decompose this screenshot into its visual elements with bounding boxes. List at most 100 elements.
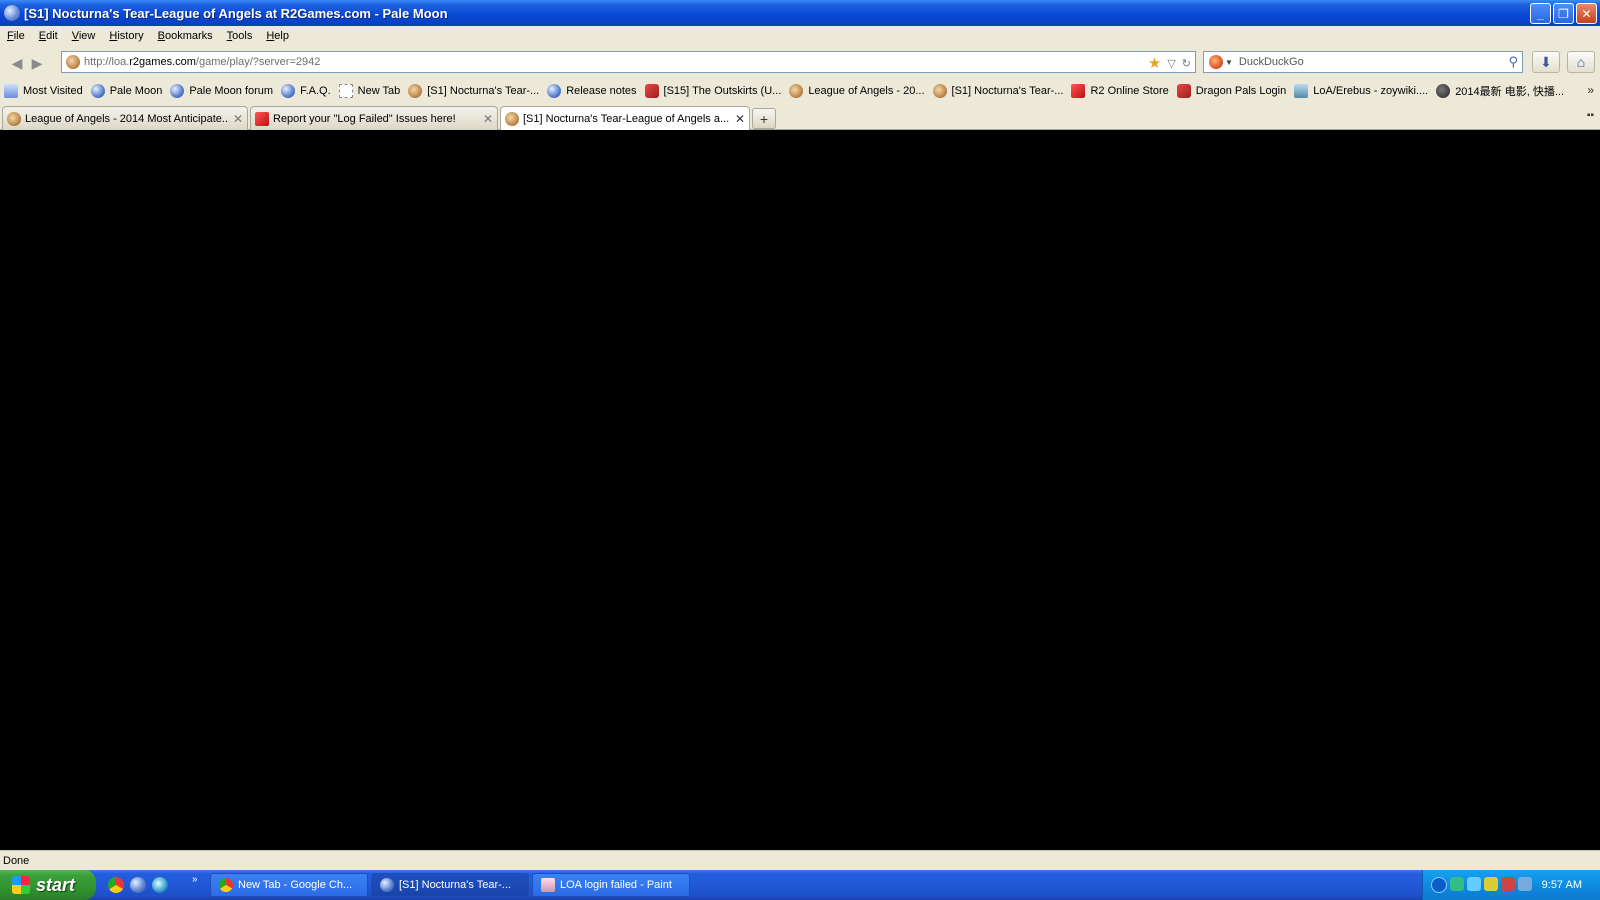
tray-collapse-icon[interactable] <box>1431 877 1447 893</box>
quick-launch-more-icon[interactable]: » <box>192 874 198 885</box>
search-bar[interactable]: ▼ DuckDuckGo ⚲ <box>1203 51 1523 73</box>
tab-close-icon[interactable]: ✕ <box>233 112 243 126</box>
bookmark-label: [S1] Nocturna's Tear-... <box>427 85 540 97</box>
site-favicon-icon <box>66 55 80 69</box>
bookmark-pale-moon-forum[interactable]: Pale Moon forum <box>170 84 273 98</box>
home-button[interactable]: ⌂ <box>1567 51 1595 73</box>
back-button[interactable]: ◀ <box>6 52 28 74</box>
window-title: [S1] Nocturna's Tear-League of Angels at… <box>24 5 448 21</box>
search-icon[interactable]: ⚲ <box>1508 54 1518 70</box>
menu-view-rest: iew <box>78 30 96 42</box>
bookmark-label: LoA/Erebus - zoywiki.... <box>1313 85 1429 97</box>
internet-explorer-icon[interactable] <box>152 877 168 893</box>
bookmark-movies[interactable]: 2014最新 电影, 快播... <box>1436 83 1564 99</box>
new-tab-button[interactable]: + <box>752 108 776 129</box>
bookmark-dragon-pals-login[interactable]: Dragon Pals Login <box>1176 84 1287 98</box>
antivirus-icon[interactable] <box>1484 877 1498 891</box>
forum-icon <box>170 84 185 98</box>
menu-bookmarks-rest: ookmarks <box>164 30 213 42</box>
taskbar-item-label: [S1] Nocturna's Tear-... <box>399 879 511 891</box>
r2-icon <box>1071 84 1086 98</box>
bookmark-label: [S15] The Outskirts (U... <box>663 85 782 97</box>
loa-favicon-icon <box>408 84 423 98</box>
url-text[interactable]: http://loa.r2games.com/game/play/?server… <box>84 56 320 68</box>
tab-nocturnas-tear[interactable]: [S1] Nocturna's Tear-League of Angels a.… <box>500 106 750 131</box>
chrome-icon <box>219 878 233 892</box>
bookmark-faq[interactable]: F.A.Q. <box>281 84 331 98</box>
tab-label: League of Angels - 2014 Most Anticipate.… <box>25 112 229 125</box>
bookmark-new-tab[interactable]: New Tab <box>338 84 400 98</box>
bookmark-outskirts[interactable]: [S15] The Outskirts (U... <box>644 84 782 98</box>
close-button[interactable]: ✕ <box>1576 3 1597 24</box>
clock[interactable]: 9:57 AM <box>1542 879 1582 891</box>
maximize-button[interactable]: ❐ <box>1553 3 1574 24</box>
bookmark-r2-online-store[interactable]: R2 Online Store <box>1071 84 1169 98</box>
menu-bookmarks[interactable]: Bookmarks <box>151 30 220 42</box>
bookmark-label: Dragon Pals Login <box>1195 85 1287 97</box>
bookmark-most-visited[interactable]: Most Visited <box>4 84 83 98</box>
updates-icon[interactable] <box>1518 877 1532 891</box>
minimize-button[interactable]: _ <box>1530 3 1551 24</box>
security-shield-icon[interactable] <box>1501 877 1515 891</box>
bookmark-league-of-angels[interactable]: League of Angels - 20... <box>789 84 925 98</box>
quick-launch <box>108 877 168 893</box>
search-input[interactable]: DuckDuckGo <box>1239 56 1304 68</box>
forward-button[interactable]: ▶ <box>28 52 46 74</box>
url-domain: r2games.com <box>129 56 196 68</box>
bookmark-zoywiki[interactable]: LoA/Erebus - zoywiki.... <box>1294 84 1428 98</box>
menu-file[interactable]: File <box>0 30 32 42</box>
bookmark-release-notes[interactable]: Release notes <box>547 84 637 98</box>
bookmark-star-icon[interactable]: ★ <box>1148 54 1161 72</box>
back-arrow-icon: ◀ <box>11 54 23 71</box>
network-icon[interactable] <box>1450 877 1464 891</box>
menu-edit[interactable]: Edit <box>32 30 65 42</box>
start-label: start <box>36 874 76 895</box>
tab-close-icon[interactable]: ✕ <box>735 112 745 126</box>
loa-favicon-icon <box>789 84 804 98</box>
pale-moon-app-icon[interactable] <box>4 5 20 21</box>
tab-strip: League of Angels - 2014 Most Anticipate.… <box>0 102 1600 131</box>
bookmark-pale-moon[interactable]: Pale Moon <box>90 84 162 98</box>
forward-arrow-icon: ▶ <box>31 54 43 71</box>
pale-moon-icon[interactable] <box>130 877 146 893</box>
tab-groups-icon[interactable]: ▪▪ <box>1587 110 1594 121</box>
engine-dropdown-icon[interactable]: ▼ <box>1225 58 1233 67</box>
pale-moon-icon <box>90 84 105 98</box>
bookmarks-overflow-chevron-icon[interactable]: » <box>1587 83 1594 97</box>
home-icon: ⌂ <box>1576 54 1586 70</box>
menu-help-rest: elp <box>274 30 289 42</box>
taskbar-item-chrome[interactable]: New Tab - Google Ch... <box>210 873 368 897</box>
movie-site-icon <box>1436 84 1451 98</box>
tab-close-icon[interactable]: ✕ <box>483 112 493 126</box>
chrome-icon[interactable] <box>108 877 124 893</box>
menu-history[interactable]: History <box>102 30 150 42</box>
loa-favicon-icon <box>7 111 21 126</box>
globe-icon <box>547 84 562 98</box>
volume-icon[interactable] <box>1467 877 1481 891</box>
pale-moon-icon <box>380 878 394 892</box>
bookmark-nocturna-2[interactable]: [S1] Nocturna's Tear-... <box>932 84 1063 98</box>
menu-tools[interactable]: Tools <box>220 30 260 42</box>
url-bar[interactable]: http://loa.r2games.com/game/play/?server… <box>61 51 1196 73</box>
menu-edit-rest: dit <box>46 30 58 42</box>
url-bar-actions: ★ ▽ ↻ <box>1148 54 1191 72</box>
start-button[interactable]: start <box>0 870 96 900</box>
duckduckgo-engine-icon[interactable] <box>1209 55 1223 69</box>
paint-icon <box>541 878 555 892</box>
taskbar-item-pale-moon[interactable]: [S1] Nocturna's Tear-... <box>371 873 529 897</box>
menu-help[interactable]: Help <box>259 30 296 42</box>
title-bar: [S1] Nocturna's Tear-League of Angels at… <box>0 0 1600 26</box>
tab-report-issues[interactable]: Report your "Log Failed" Issues here! ✕ <box>250 106 498 130</box>
url-suffix: /game/play/?server=2942 <box>195 56 321 68</box>
bookmark-label: Release notes <box>566 85 637 97</box>
downloads-button[interactable]: ⬇ <box>1532 51 1560 73</box>
reload-icon[interactable]: ↻ <box>1182 57 1191 70</box>
history-dropdown-icon[interactable]: ▽ <box>1167 57 1175 70</box>
navigation-bar: ◀ ▶ http://loa.r2games.com/game/play/?se… <box>0 46 1600 80</box>
wiki-icon <box>1294 84 1309 98</box>
taskbar-item-paint[interactable]: LOA login failed - Paint <box>532 873 690 897</box>
page-content[interactable] <box>0 130 1600 850</box>
menu-view[interactable]: View <box>65 30 103 42</box>
bookmark-nocturna-1[interactable]: [S1] Nocturna's Tear-... <box>408 84 539 98</box>
tab-league-of-angels[interactable]: League of Angels - 2014 Most Anticipate.… <box>2 106 248 130</box>
